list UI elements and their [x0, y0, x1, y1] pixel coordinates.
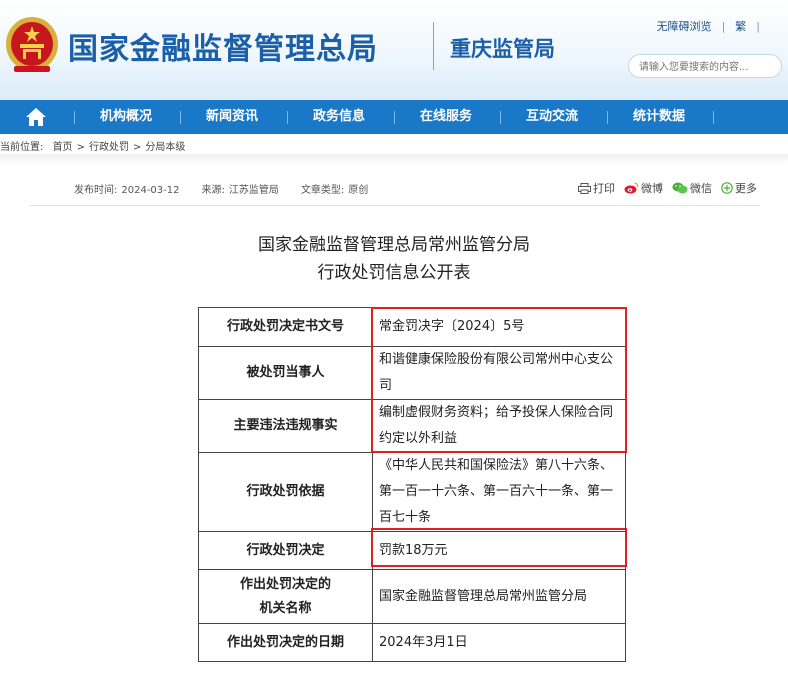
article-meta: 发布时间: 2024-03-12 来源: 江苏监管局 文章类型: 原创 [74, 181, 368, 196]
weibo-icon [624, 182, 639, 194]
wechat-label: 微信 [690, 182, 712, 195]
row-key-legal-basis: 行政处罚依据 [198, 452, 373, 532]
nav-separator [607, 111, 608, 124]
breadcrumb: 当前位置: 首页 > 行政处罚 > 分局本级 [0, 138, 185, 153]
breadcrumb-prefix: 当前位置: [0, 142, 44, 153]
search-input[interactable] [639, 57, 779, 78]
sub-site-title[interactable]: 重庆监管局 [450, 33, 555, 63]
publish-date: 2024-03-12 [121, 185, 180, 196]
nav-item-online-services[interactable]: 在线服务 [420, 100, 472, 134]
document-title-line2: 行政处罚信息公开表 [317, 263, 471, 283]
breadcrumb-penalty[interactable]: 行政处罚 [89, 142, 129, 153]
site-title[interactable]: 国家金融监督管理总局 [68, 24, 378, 68]
row-key-issuing-authority-line2: 机关名称 [259, 600, 312, 616]
national-emblem-icon[interactable] [4, 14, 60, 76]
header-divider [433, 22, 434, 70]
more-share-button[interactable]: 更多 [721, 182, 757, 195]
type-label: 文章类型: [300, 185, 345, 196]
nav-item-news[interactable]: 新闻资讯 [206, 100, 258, 134]
nav-separator [500, 111, 501, 124]
main-nav: 机构概况 新闻资讯 政务信息 在线服务 互动交流 统计数据 [0, 100, 788, 134]
row-value-legal-basis: 《中华人民共和国保险法》第八十六条、第一百一十六条、第一百六十一条、第一百七十条 [372, 452, 626, 532]
nav-separator [713, 111, 714, 124]
page-shadow [0, 154, 788, 164]
row-value-decision-date: 2024年3月1日 [372, 623, 626, 662]
table-row: 被处罚当事人 和谐健康保险股份有限公司常州中心支公司 [198, 346, 626, 400]
top-links: 无障碍浏览 | 繁 | [657, 18, 770, 34]
row-value-violation-facts: 编制虚假财务资料；给予投保人保险合同约定以外利益 [372, 399, 626, 453]
type-value: 原创 [348, 185, 369, 196]
table-row: 行政处罚决定书文号 常金罚决字〔2024〕5号 [198, 307, 626, 347]
printer-icon [578, 183, 591, 194]
nav-separator [287, 111, 288, 124]
home-icon[interactable] [24, 106, 48, 128]
row-value-decision-number: 常金罚决字〔2024〕5号 [372, 307, 626, 347]
plus-circle-icon [721, 182, 733, 194]
wechat-icon [672, 182, 688, 194]
source-label: 来源: [201, 185, 225, 196]
search-box [628, 54, 782, 78]
publish-label: 发布时间: [74, 185, 118, 196]
row-key-issuing-authority: 作出处罚决定的 机关名称 [198, 569, 373, 624]
nav-item-interaction[interactable]: 互动交流 [526, 100, 578, 134]
weibo-label: 微博 [641, 182, 663, 195]
site-header: 国家金融监督管理总局 重庆监管局 无障碍浏览 | 繁 | [0, 0, 788, 100]
print-button[interactable]: 打印 [578, 182, 615, 195]
source-value: 江苏监管局 [228, 185, 279, 196]
row-key-decision-date: 作出处罚决定的日期 [198, 623, 373, 662]
weibo-share-button[interactable]: 微博 [624, 182, 663, 195]
nav-item-government-info[interactable]: 政务信息 [313, 100, 365, 134]
accessibility-link[interactable]: 无障碍浏览 [657, 20, 712, 33]
row-key-penalty-decision: 行政处罚决定 [198, 531, 373, 570]
row-key-decision-number: 行政处罚决定书文号 [198, 307, 373, 347]
breadcrumb-home[interactable]: 首页 [53, 142, 73, 153]
top-link-separator: | [756, 20, 760, 33]
breadcrumb-branch[interactable]: 分局本级 [145, 142, 185, 153]
table-row: 主要违法违规事实 编制虚假财务资料；给予投保人保险合同约定以外利益 [198, 399, 626, 453]
print-label: 打印 [593, 182, 615, 195]
nav-item-statistics[interactable]: 统计数据 [633, 100, 685, 134]
table-row: 作出处罚决定的 机关名称 国家金融监督管理总局常州监管分局 [198, 569, 626, 624]
more-label: 更多 [735, 182, 757, 195]
wechat-share-button[interactable]: 微信 [672, 182, 712, 195]
table-row: 作出处罚决定的日期 2024年3月1日 [198, 623, 626, 662]
table-row: 行政处罚决定 罚款18万元 [198, 531, 626, 570]
traditional-chinese-link[interactable]: 繁 [735, 20, 746, 33]
nav-item-about[interactable]: 机构概况 [100, 100, 152, 134]
nav-separator [394, 111, 395, 124]
table-row: 行政处罚依据 《中华人民共和国保险法》第八十六条、第一百一十六条、第一百六十一条… [198, 452, 626, 532]
share-bar: 打印 微博 微信 更多 [578, 180, 766, 196]
row-key-violation-facts: 主要违法违规事实 [198, 399, 373, 453]
row-key-party: 被处罚当事人 [198, 346, 373, 400]
breadcrumb-arrow-icon: > [132, 142, 142, 153]
document-title-line1: 国家金融监督管理总局常州监管分局 [258, 235, 530, 255]
penalty-info-table: 行政处罚决定书文号 常金罚决字〔2024〕5号 被处罚当事人 和谐健康保险股份有… [198, 307, 626, 662]
nav-separator [74, 111, 75, 124]
top-link-separator: | [721, 20, 726, 33]
nav-separator [180, 111, 181, 124]
breadcrumb-arrow-icon: > [76, 142, 85, 153]
row-value-issuing-authority: 国家金融监督管理总局常州监管分局 [372, 569, 626, 624]
row-value-penalty-decision: 罚款18万元 [372, 531, 626, 570]
row-key-issuing-authority-line1: 作出处罚决定的 [239, 576, 331, 592]
row-value-party: 和谐健康保险股份有限公司常州中心支公司 [372, 346, 626, 400]
meta-divider [30, 205, 760, 206]
